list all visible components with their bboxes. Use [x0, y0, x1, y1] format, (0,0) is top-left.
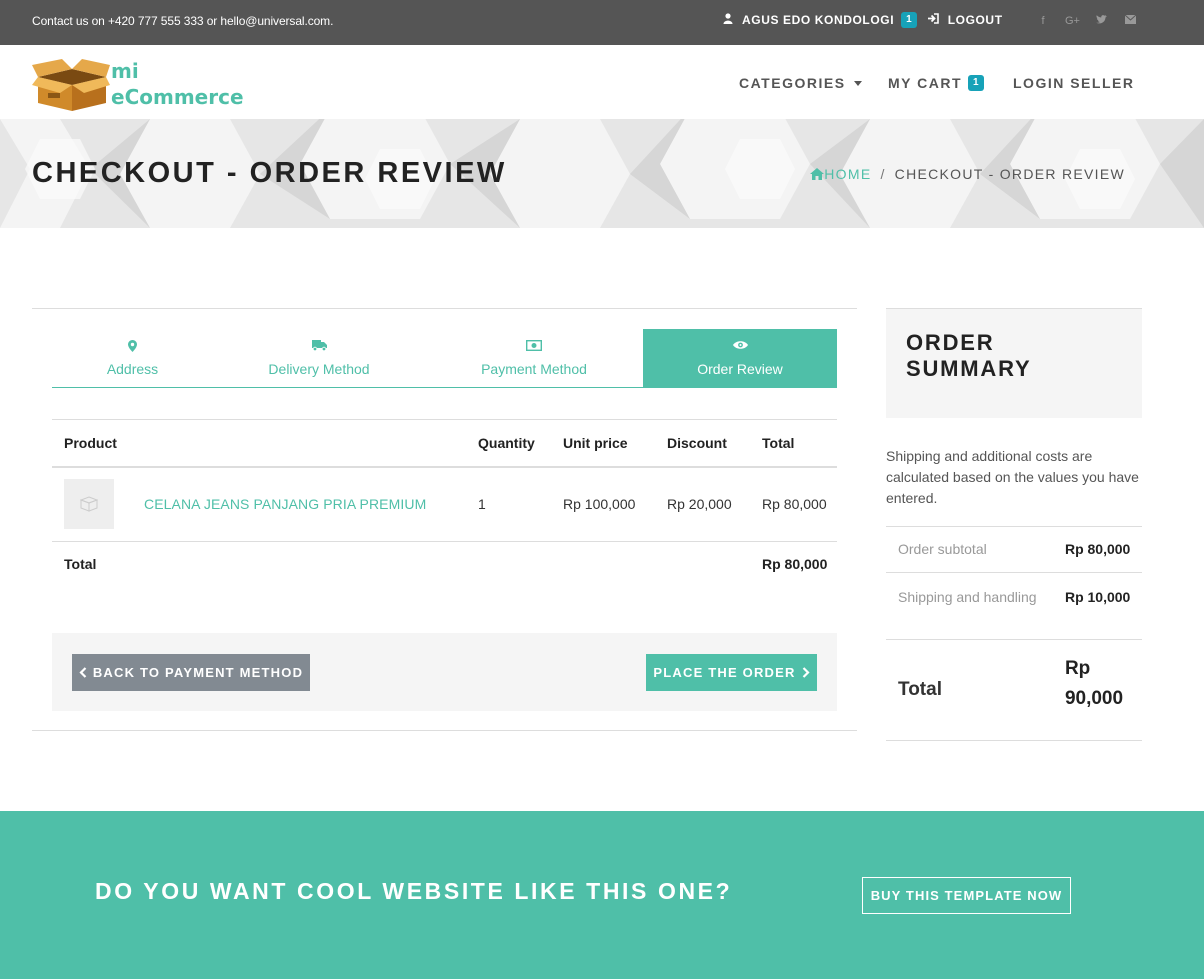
top-bar: Contact us on +420 777 555 333 or hello@…	[0, 0, 1204, 45]
logo-text: mi eCommerce	[111, 58, 244, 110]
shipping-label: Shipping and handling	[886, 572, 1053, 640]
truck-icon	[213, 340, 425, 351]
summary-total-label: Total	[886, 639, 1053, 741]
col-total: Total	[750, 419, 837, 468]
cta-heading: DO YOU WANT COOL WEBSITE LIKE THIS ONE?	[95, 878, 733, 904]
google-plus-icon[interactable]: G+	[1065, 15, 1080, 27]
col-quantity: Quantity	[466, 419, 551, 468]
place-button-label: PLACE THE ORDER	[653, 665, 796, 680]
user-name-link[interactable]: AGUS EDO KONDOLOGI	[742, 13, 894, 27]
product-thumbnail[interactable]	[64, 479, 114, 530]
user-menu: AGUS EDO KONDOLOGI 1 LOGOUT	[723, 12, 1003, 28]
logout-link[interactable]: LOGOUT	[948, 13, 1003, 27]
breadcrumb-separator: /	[880, 166, 886, 182]
col-unit-price: Unit price	[551, 419, 655, 468]
step-order-review-label: Order Review	[697, 361, 783, 377]
money-icon	[425, 340, 643, 351]
twitter-icon[interactable]	[1094, 15, 1108, 27]
step-address-label: Address	[106, 361, 159, 377]
site-logo[interactable]: mi eCommerce	[32, 55, 244, 111]
summary-shipping-row: Shipping and handling Rp 10,000	[886, 572, 1142, 640]
home-icon	[810, 168, 825, 180]
breadcrumb-home-label: HOME	[824, 166, 872, 182]
buy-template-button[interactable]: BUY THIS TEMPLATE NOW	[862, 877, 1071, 914]
subtotal-label: Order subtotal	[886, 526, 1053, 573]
nav-my-cart-label: MY CART	[888, 75, 963, 91]
logo-line-2: eCommerce	[111, 85, 244, 109]
cart-badge: 1	[968, 75, 984, 91]
map-marker-icon	[52, 340, 213, 352]
envelope-icon[interactable]	[1123, 14, 1137, 27]
box-logo-icon	[32, 59, 110, 111]
summary-subtotal-row: Order subtotal Rp 80,000	[886, 526, 1142, 573]
step-payment-label: Payment Method	[481, 361, 587, 377]
step-address[interactable]: Address	[52, 329, 213, 387]
social-links: f G+	[1036, 14, 1137, 27]
step-order-review[interactable]: Order Review	[643, 329, 837, 387]
breadcrumb: HOME / CHECKOUT - ORDER REVIEW	[810, 166, 1125, 182]
logo-line-1: mi	[111, 59, 139, 83]
chevron-right-icon	[802, 667, 810, 678]
step-delivery-label: Delivery Method	[268, 361, 370, 377]
back-to-payment-button[interactable]: BACK TO PAYMENT METHOD	[72, 654, 310, 691]
product-link[interactable]: CELANA JEANS PANJANG PRIA PREMIUM	[144, 496, 426, 512]
nav-my-cart[interactable]: MY CART 1	[888, 75, 984, 91]
contact-info: Contact us on +420 777 555 333 or hello@…	[32, 14, 334, 28]
summary-total-value: Rp 90,000	[1052, 639, 1142, 741]
facebook-icon[interactable]: f	[1036, 15, 1050, 27]
breadcrumb-current: CHECKOUT - ORDER REVIEW	[894, 166, 1125, 182]
main-nav: mi eCommerce CATEGORIES MY CART 1 LOGIN …	[0, 45, 1204, 119]
place-order-button[interactable]: PLACE THE ORDER	[646, 654, 817, 691]
chevron-left-icon	[79, 667, 87, 678]
order-summary: ORDER SUMMARY Shipping and additional co…	[886, 308, 1142, 741]
col-product: Product	[52, 419, 466, 468]
checkout-steps: Address Delivery Method Payment Method O…	[52, 329, 837, 388]
caret-down-icon	[853, 80, 862, 86]
checkout-box: Address Delivery Method Payment Method O…	[32, 308, 857, 731]
summary-header: ORDER SUMMARY	[886, 308, 1142, 418]
total-value: Rp 80,000	[762, 555, 828, 572]
page-header: CHECKOUT - ORDER REVIEW HOME / CHECKOUT …	[0, 119, 1204, 228]
subtotal-value: Rp 80,000	[1052, 526, 1142, 573]
breadcrumb-home[interactable]: HOME	[810, 166, 871, 182]
summary-total-row: Total Rp 90,000	[886, 639, 1142, 741]
row-total: Rp 80,000	[750, 466, 837, 542]
no-image-icon	[80, 496, 98, 512]
eye-icon	[643, 340, 837, 350]
user-badge: 1	[901, 12, 917, 28]
nav-categories-label: CATEGORIES	[739, 75, 846, 91]
step-delivery-method[interactable]: Delivery Method	[213, 329, 425, 387]
total-label: Total	[64, 555, 97, 572]
checkout-actions: BACK TO PAYMENT METHOD PLACE THE ORDER	[52, 633, 837, 711]
back-button-label: BACK TO PAYMENT METHOD	[92, 665, 304, 680]
summary-note: Shipping and additional costs are calcul…	[886, 448, 1139, 506]
table-header-row: Product Quantity Unit price Discount Tot…	[52, 419, 837, 468]
order-table: Product Quantity Unit price Discount Tot…	[52, 419, 837, 586]
page-title: CHECKOUT - ORDER REVIEW	[32, 157, 507, 189]
summary-title: ORDER SUMMARY	[906, 330, 1032, 381]
table-row: CELANA JEANS PANJANG PRIA PREMIUM 1 Rp 1…	[52, 466, 837, 542]
summary-table: Order subtotal Rp 80,000 Shipping and ha…	[886, 526, 1142, 741]
cta-banner: DO YOU WANT COOL WEBSITE LIKE THIS ONE? …	[0, 811, 1204, 979]
row-unit-price: Rp 100,000	[551, 466, 655, 542]
shipping-value: Rp 10,000	[1052, 572, 1142, 640]
row-discount: Rp 20,000	[655, 466, 750, 542]
nav-login-seller[interactable]: LOGIN SELLER	[1013, 75, 1134, 91]
sign-out-icon	[927, 13, 939, 27]
user-icon	[723, 13, 733, 27]
step-payment-method[interactable]: Payment Method	[425, 329, 643, 387]
row-quantity: 1	[466, 466, 551, 542]
col-discount: Discount	[655, 419, 750, 468]
nav-categories[interactable]: CATEGORIES	[739, 75, 862, 91]
table-total-row: Total Rp 80,000	[52, 542, 837, 586]
